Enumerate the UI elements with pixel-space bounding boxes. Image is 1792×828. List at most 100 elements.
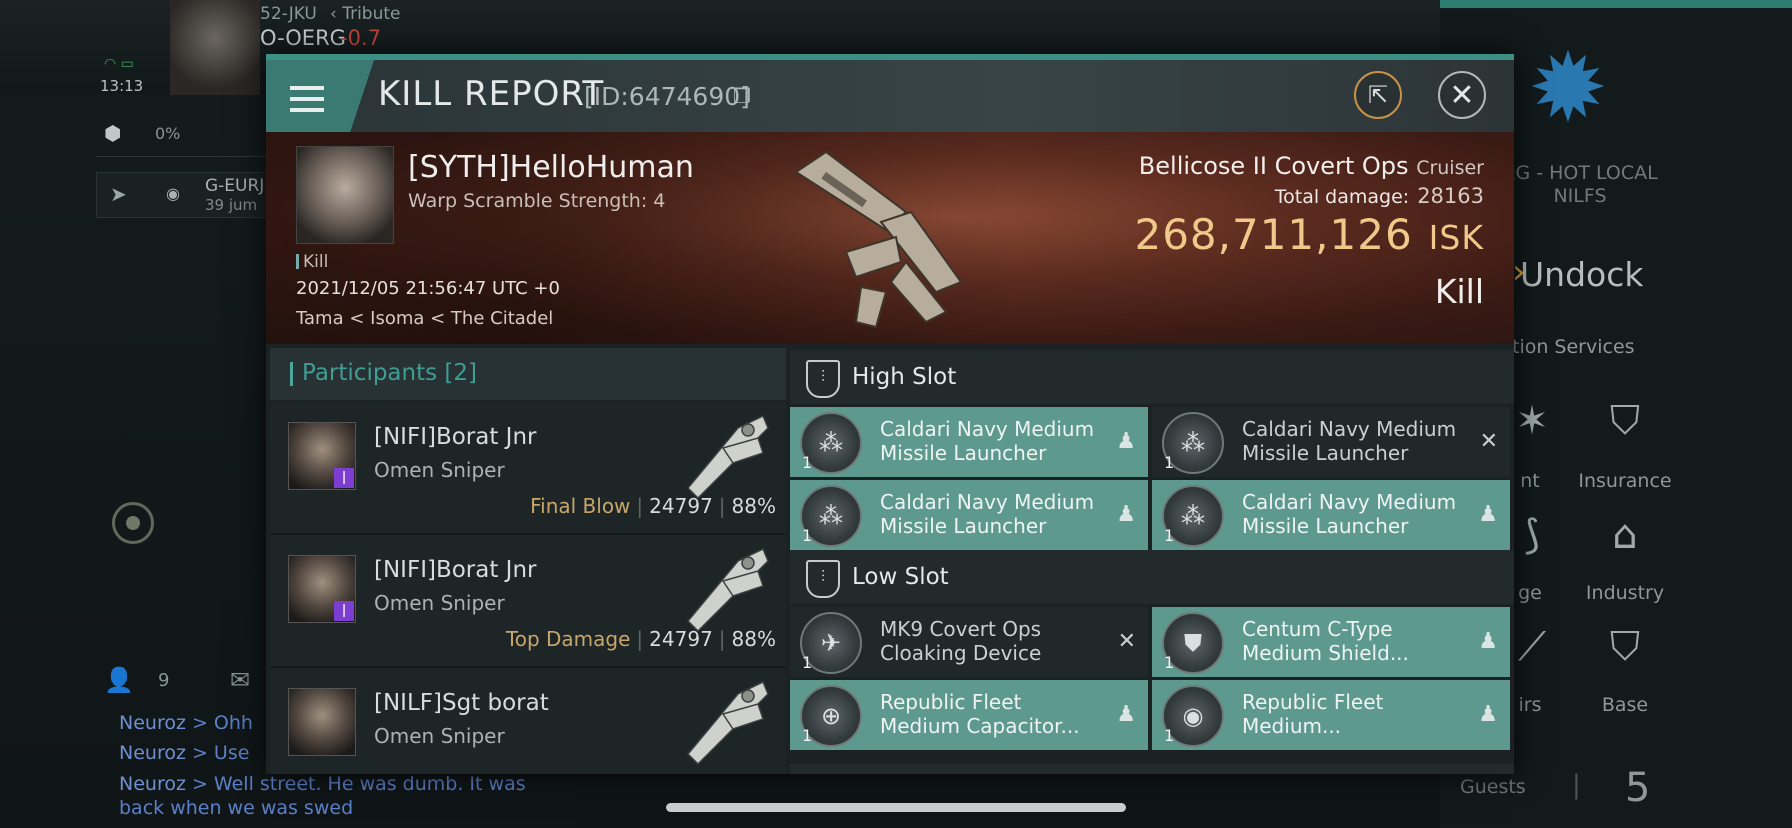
cargo-icon: ⬢ [104, 121, 122, 145]
chat-text: > Well street. He was dumb. It was [185, 773, 526, 795]
hamburger-icon [290, 86, 324, 114]
ship-thumbnail[interactable] [668, 674, 776, 768]
ship-thumbnail[interactable] [668, 408, 776, 502]
module-quantity: 1 [802, 453, 813, 472]
chat-sender[interactable]: Neuroz [119, 773, 186, 795]
participant-role: Final Blow [530, 494, 631, 518]
isk-value: 268,711,126 ISK [1134, 210, 1484, 259]
person-icon: ♟ [1478, 502, 1498, 527]
share-button[interactable]: ⇱ [1354, 71, 1402, 119]
total-damage-value: 28163 [1417, 184, 1484, 208]
guests-count: 5 [1625, 765, 1651, 811]
ship-image[interactable] [786, 142, 986, 332]
guests-label: Guests [1460, 776, 1526, 798]
module-item[interactable]: ⛊ 1 Centum C-Type Medium Shield... ♟ [1152, 607, 1510, 677]
module-item[interactable]: ⁂ 1 Caldari Navy Medium Missile Launcher… [1152, 480, 1510, 550]
participant-row[interactable]: [NILF]Sgt borat Omen Sniper [270, 668, 786, 774]
current-system[interactable]: O-OERG [260, 26, 346, 50]
ship-thumbnail[interactable] [668, 541, 776, 635]
person-icon: ♟ [1116, 702, 1136, 727]
modal-title: KILL REPORT [378, 74, 605, 114]
chat-sender[interactable]: Neuroz [119, 742, 186, 764]
mail-icon[interactable]: ✉ [230, 666, 250, 694]
participant-name[interactable]: [NIFI]Borat Jnr [374, 424, 537, 450]
insurance-icon[interactable]: ⛉ [1580, 398, 1670, 444]
close-button[interactable]: ✕ [1438, 71, 1486, 119]
participant-name[interactable]: [NIFI]Borat Jnr [374, 557, 537, 583]
target-ring-icon[interactable] [112, 502, 154, 544]
undock-button[interactable]: Undock [1520, 255, 1643, 294]
module-item[interactable]: ⁂ 1 Caldari Navy Medium Missile Launcher… [790, 480, 1148, 550]
chat-sender[interactable]: Neuroz [119, 712, 186, 734]
ship-class: Cruiser [1416, 157, 1484, 179]
chat-text: > Use [185, 742, 250, 764]
participant-portrait[interactable] [288, 688, 356, 756]
result-label: Kill [1434, 272, 1484, 311]
high-slot-title: High Slot [852, 364, 957, 390]
gate-icon: ◉ [166, 184, 180, 203]
module-name: Caldari Navy Medium Missile Launcher [880, 490, 1095, 538]
kill-location[interactable]: Tama < Isoma < The Citadel [296, 308, 553, 329]
system-name-top: 52-JKU [260, 4, 317, 24]
destroyed-x-icon: ✕ [1117, 629, 1136, 654]
home-indicator[interactable] [666, 803, 1126, 812]
destroyed-x-icon: ✕ [1479, 429, 1498, 454]
corp-logo: ✹ [1527, 32, 1609, 144]
module-quantity: 1 [1164, 653, 1175, 672]
chat-text: > Ohh [185, 712, 253, 734]
victim-portrait[interactable] [296, 146, 394, 244]
low-slot-icon: ⫶ [806, 560, 840, 598]
route-jumps: 39 jum [205, 196, 258, 214]
module-name: Caldari Navy Medium Missile Launcher [880, 417, 1095, 465]
character-portrait[interactable] [170, 0, 260, 95]
module-item[interactable]: ✈ 1 MK9 Covert Ops Cloaking Device ✕ [790, 607, 1148, 677]
total-damage-label: Total damage: [1274, 186, 1410, 208]
module-quantity: 1 [802, 526, 813, 545]
participant-name[interactable]: [NILF]Sgt borat [374, 690, 549, 716]
low-slot-header: ⫶ Low Slot [790, 550, 1514, 604]
region-name: Tribute [342, 4, 401, 24]
ship-name[interactable]: Bellicose II Covert Ops Cruiser [1139, 152, 1484, 180]
high-slot-header: ⫶ High Slot [790, 350, 1514, 404]
victim-detail: Warp Scramble Strength: 4 [408, 190, 666, 212]
industry-icon[interactable]: ⌂ [1580, 512, 1670, 558]
chat-line: Neuroz > Well street. He was dumb. It wa… [119, 773, 526, 795]
cargo-panel[interactable] [96, 110, 266, 157]
ship-type: Bellicose II Covert Ops [1138, 152, 1409, 180]
corp-name-line: RG - HOT LOCAL [1502, 162, 1658, 184]
participant-stats: Top Damage | 24797 | 88% [505, 627, 776, 651]
chat-line: Neuroz > Ohh [119, 712, 253, 734]
participant-damage: 24797 [649, 627, 713, 651]
station-panel-accent [1440, 0, 1792, 8]
report-id: [ID:6474690] [584, 82, 750, 111]
participant-percent: 88% [731, 627, 776, 651]
person-icon: ♟ [1478, 702, 1498, 727]
base-icon[interactable]: ⛉ [1580, 624, 1670, 670]
close-icon: ✕ [1449, 77, 1475, 113]
participant-row[interactable]: ǀ [NIFI]Borat Jnr Omen Sniper Final Blow… [270, 402, 786, 535]
service-label[interactable]: Insurance [1565, 470, 1685, 492]
person-icon: ♟ [1116, 429, 1136, 454]
module-item[interactable]: ⁂ 1 Caldari Navy Medium Missile Launcher… [1152, 407, 1510, 477]
module-item[interactable]: ◉ 1 Republic Fleet Medium... ♟ [1152, 680, 1510, 750]
module-item[interactable]: ⁂ 1 Caldari Navy Medium Missile Launcher… [790, 407, 1148, 477]
victim-name[interactable]: [SYTH]HelloHuman [408, 150, 694, 185]
participant-ship: Omen Sniper [374, 591, 505, 615]
module-item[interactable]: ⊕ 1 Republic Fleet Medium Capacitor... ♟ [790, 680, 1148, 750]
people-icon[interactable]: 👤 [104, 666, 134, 694]
navigation-arrow-icon: ➤ [110, 182, 127, 206]
participant-ship: Omen Sniper [374, 724, 505, 748]
module-name: Caldari Navy Medium Missile Launcher [1242, 417, 1457, 465]
module-quantity: 1 [1164, 526, 1175, 545]
alliance-badge-icon: ǀ [334, 601, 354, 621]
participant-row[interactable]: ǀ [NIFI]Borat Jnr Omen Sniper Top Damage… [270, 535, 786, 668]
participant-role: Top Damage [505, 627, 631, 651]
module-name: MK9 Covert Ops Cloaking Device [880, 617, 1042, 665]
clock-time: 13:13 [100, 77, 144, 95]
mid-slot-header [790, 764, 1514, 774]
service-label[interactable]: Industry [1565, 582, 1685, 604]
chat-text: back when we was swed [119, 797, 354, 819]
copy-icon[interactable]: ❐ [733, 84, 751, 108]
person-icon: ♟ [1478, 629, 1498, 654]
service-label[interactable]: Base [1565, 694, 1685, 716]
